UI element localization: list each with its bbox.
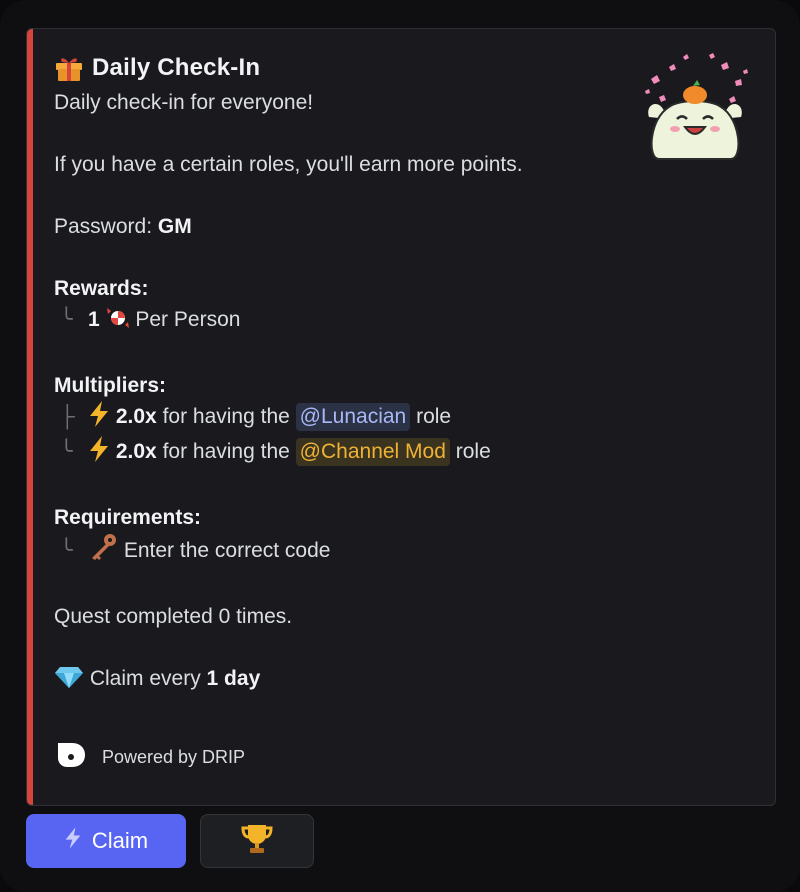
lightning-icon <box>88 436 110 471</box>
claim-frequency: Claim every 1 day <box>54 663 755 698</box>
password-line: Password: GM <box>54 211 755 242</box>
reward-item: ╰ 1 Per Person <box>54 304 755 339</box>
claim-button-label: Claim <box>91 828 149 853</box>
multipliers-heading: Multipliers: <box>54 374 167 397</box>
gift-icon <box>54 54 84 82</box>
multiplier-item: ╰ 2.0x for having the @Channel Mod role <box>54 436 755 471</box>
multiplier-value: 2.0x <box>115 440 157 463</box>
tree-branch-end-icon: ╰ <box>60 440 73 463</box>
password-value: GM <box>157 215 192 238</box>
multiplier-value: 2.0x <box>115 405 157 428</box>
embed-card: Daily Check-In Daily check-in for everyo… <box>26 28 776 806</box>
leaderboard-button[interactable] <box>200 814 314 868</box>
claim-frequency-value: 1 day <box>206 667 261 690</box>
multiplier-suffix: role <box>416 405 452 428</box>
key-icon <box>88 533 118 570</box>
embed-title: Daily Check-In <box>92 54 261 81</box>
mascot-thumbnail <box>639 49 751 165</box>
requirement-text: Enter the correct code <box>123 539 331 562</box>
role-mention[interactable]: @Lunacian <box>295 403 411 431</box>
tree-branch-end-icon: ╰ <box>60 308 73 331</box>
embed-footer: Powered by DRIP <box>54 740 245 775</box>
requirement-item: ╰ Enter the correct code <box>54 533 755 570</box>
candy-icon <box>106 306 130 339</box>
lightning-icon <box>64 827 82 855</box>
multiplier-prefix: for having the <box>162 440 290 463</box>
multiplier-item: ├ 2.0x for having the @Lunacian role <box>54 401 755 436</box>
completed-text: Quest completed 0 times. <box>54 605 293 628</box>
role-mention[interactable]: @Channel Mod <box>295 438 450 466</box>
drip-logo-icon <box>54 740 88 775</box>
message-frame: Daily Check-In Daily check-in for everyo… <box>0 0 800 892</box>
claim-button[interactable]: Claim <box>26 814 186 868</box>
diamond-icon <box>54 665 84 698</box>
footer-text: Powered by DRIP <box>102 747 246 767</box>
requirements-heading: Requirements: <box>54 506 202 529</box>
trophy-icon <box>240 823 274 860</box>
reward-per: Per Person <box>135 308 241 331</box>
claim-frequency-prefix: Claim every <box>89 667 201 690</box>
embed-accent-bar <box>27 29 33 805</box>
password-label: Password: <box>54 215 153 238</box>
tree-branch-end-icon: ╰ <box>60 539 73 562</box>
tree-branch-icon: ├ <box>60 405 75 428</box>
multiplier-suffix: role <box>455 440 491 463</box>
rewards-heading: Rewards: <box>54 277 149 300</box>
multiplier-prefix: for having the <box>162 405 290 428</box>
reward-amount: 1 <box>88 308 100 331</box>
lightning-icon <box>88 401 110 436</box>
